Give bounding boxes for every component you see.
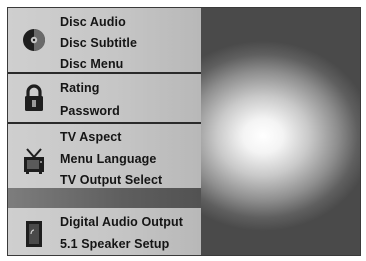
padlock-icon <box>25 84 43 111</box>
menu-gap <box>8 188 201 208</box>
menu-item-disc-subtitle[interactable]: Disc Subtitle <box>60 36 137 50</box>
setup-menu: Disc Audio Disc Subtitle Disc Menu Ratin… <box>8 8 201 255</box>
speaker-icon <box>26 221 42 247</box>
menu-item-disc-menu[interactable]: Disc Menu <box>60 57 123 71</box>
menu-item-tv-aspect[interactable]: TV Aspect <box>60 130 122 144</box>
menu-item-digital-audio-output[interactable]: Digital Audio Output <box>60 215 183 229</box>
menu-item-disc-audio[interactable]: Disc Audio <box>60 15 126 29</box>
dvd-setup-screen: Disc Audio Disc Subtitle Disc Menu Ratin… <box>7 7 361 256</box>
menu-item-rating[interactable]: Rating <box>60 81 100 95</box>
menu-item-password[interactable]: Password <box>60 104 120 118</box>
disc-icon <box>23 29 45 51</box>
menu-item-speaker-setup[interactable]: 5.1 Speaker Setup <box>60 237 169 251</box>
menu-item-tv-output-select[interactable]: TV Output Select <box>60 173 162 187</box>
tv-antenna-icon <box>24 148 44 174</box>
menu-item-menu-language[interactable]: Menu Language <box>60 152 156 166</box>
